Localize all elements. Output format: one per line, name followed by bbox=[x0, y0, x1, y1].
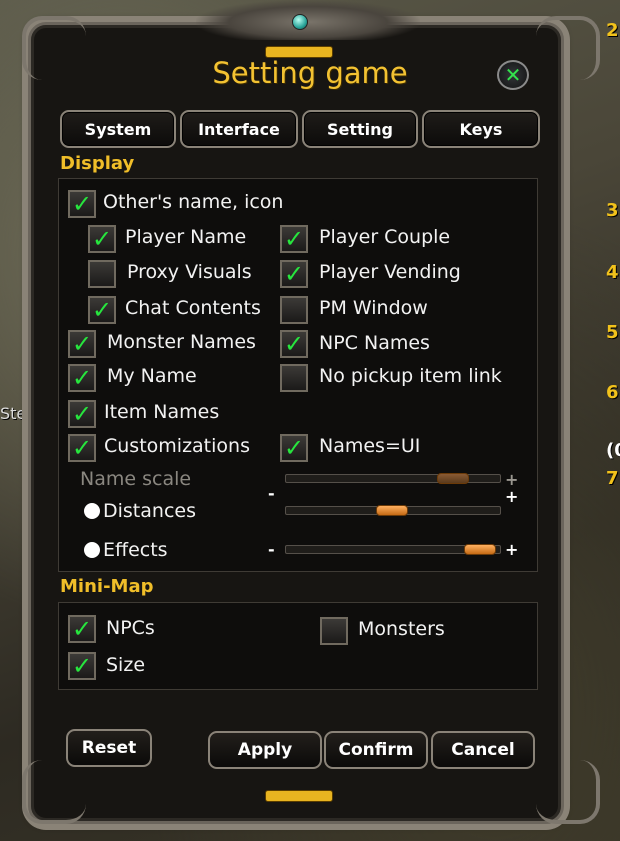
effects-plus[interactable]: + bbox=[505, 540, 518, 559]
bg-number-7: 7 bbox=[606, 468, 619, 489]
cancel-button[interactable]: Cancel bbox=[431, 731, 535, 769]
minimap-panel bbox=[58, 602, 538, 690]
my-name-checkbox[interactable]: ✓ bbox=[68, 364, 96, 392]
minimap-section-title: Mini-Map bbox=[60, 576, 154, 597]
tab-system[interactable]: System bbox=[60, 110, 176, 148]
tab-label: Setting bbox=[327, 119, 393, 139]
reset-label: Reset bbox=[81, 738, 137, 758]
chat-contents-checkbox[interactable]: ✓ bbox=[88, 296, 116, 324]
player-name-checkbox[interactable]: ✓ bbox=[88, 225, 116, 253]
names-ui-label: Names=UI bbox=[319, 435, 421, 457]
effects-thumb[interactable] bbox=[464, 544, 496, 555]
bg-number-paren: (0 bbox=[606, 440, 620, 461]
distances-plus[interactable]: + bbox=[505, 487, 518, 506]
monster-names-label: Monster Names bbox=[107, 331, 256, 353]
corner-ornament bbox=[22, 760, 86, 824]
tab-label: Interface bbox=[198, 119, 280, 139]
pm-window-label: PM Window bbox=[319, 297, 428, 319]
player-couple-label: Player Couple bbox=[319, 226, 451, 248]
item-names-label: Item Names bbox=[104, 401, 220, 423]
display-section-title: Display bbox=[60, 153, 135, 174]
name-scale-label: Name scale bbox=[80, 468, 192, 490]
bg-number-3: 3 bbox=[606, 200, 619, 221]
confirm-label: Confirm bbox=[338, 740, 414, 760]
player-vending-checkbox[interactable]: ✓ bbox=[280, 260, 308, 288]
no-pickup-item-link-checkbox[interactable] bbox=[280, 364, 308, 392]
effects-minus[interactable]: - bbox=[268, 540, 275, 559]
proxy-visuals-checkbox[interactable] bbox=[88, 260, 116, 288]
others-name-icon-label: Other's name, icon bbox=[103, 191, 284, 213]
player-vending-label: Player Vending bbox=[319, 261, 461, 283]
tab-label: Keys bbox=[459, 119, 503, 139]
monster-names-checkbox[interactable]: ✓ bbox=[68, 330, 96, 358]
player-name-label: Player Name bbox=[125, 226, 247, 248]
gem-icon bbox=[292, 14, 308, 30]
reset-button[interactable]: Reset bbox=[66, 729, 152, 767]
bg-number-2: 2 bbox=[606, 20, 619, 41]
pm-window-checkbox[interactable] bbox=[280, 296, 308, 324]
npcs-label: NPCs bbox=[106, 617, 155, 639]
top-ornament bbox=[196, 0, 420, 40]
others-name-icon-checkbox[interactable]: ✓ bbox=[68, 190, 96, 218]
npc-names-checkbox[interactable]: ✓ bbox=[280, 330, 308, 358]
cancel-label: Cancel bbox=[451, 740, 515, 760]
customizations-label: Customizations bbox=[104, 435, 250, 457]
npc-names-label: NPC Names bbox=[319, 332, 430, 354]
no-pickup-item-link-label: No pickup item link bbox=[319, 365, 502, 387]
bg-number-6: 6 bbox=[606, 382, 619, 403]
bottom-handle[interactable] bbox=[265, 790, 333, 802]
distances-bullet-icon bbox=[84, 503, 100, 519]
npcs-checkbox[interactable]: ✓ bbox=[68, 615, 96, 643]
names-ui-checkbox[interactable]: ✓ bbox=[280, 434, 308, 462]
distances-label: Distances bbox=[103, 500, 196, 522]
monsters-checkbox[interactable] bbox=[320, 617, 348, 645]
close-x-icon: ✕ bbox=[504, 63, 522, 87]
effects-label: Effects bbox=[103, 539, 168, 561]
bg-number-5: 5 bbox=[606, 322, 619, 343]
tab-interface[interactable]: Interface bbox=[180, 110, 298, 148]
player-couple-checkbox[interactable]: ✓ bbox=[280, 225, 308, 253]
distances-minus[interactable]: - bbox=[268, 484, 275, 503]
chat-contents-label: Chat Contents bbox=[125, 297, 261, 319]
bg-number-4: 4 bbox=[606, 262, 619, 283]
effects-bullet-icon bbox=[84, 542, 100, 558]
confirm-button[interactable]: Confirm bbox=[324, 731, 428, 769]
name-scale-thumb[interactable] bbox=[437, 473, 469, 484]
proxy-visuals-label: Proxy Visuals bbox=[127, 261, 252, 283]
tab-setting[interactable]: Setting bbox=[302, 110, 418, 148]
apply-button[interactable]: Apply bbox=[208, 731, 322, 769]
apply-label: Apply bbox=[237, 740, 293, 760]
size-checkbox[interactable]: ✓ bbox=[68, 652, 96, 680]
tab-label: System bbox=[84, 119, 152, 139]
my-name-label: My Name bbox=[107, 365, 197, 387]
size-label: Size bbox=[106, 654, 146, 676]
monsters-label: Monsters bbox=[358, 618, 445, 640]
distances-thumb[interactable] bbox=[376, 505, 408, 516]
corner-ornament bbox=[536, 760, 600, 824]
item-names-checkbox[interactable]: ✓ bbox=[68, 400, 96, 428]
tab-keys[interactable]: Keys bbox=[422, 110, 540, 148]
customizations-checkbox[interactable]: ✓ bbox=[68, 434, 96, 462]
close-button[interactable]: ✕ bbox=[497, 60, 529, 90]
